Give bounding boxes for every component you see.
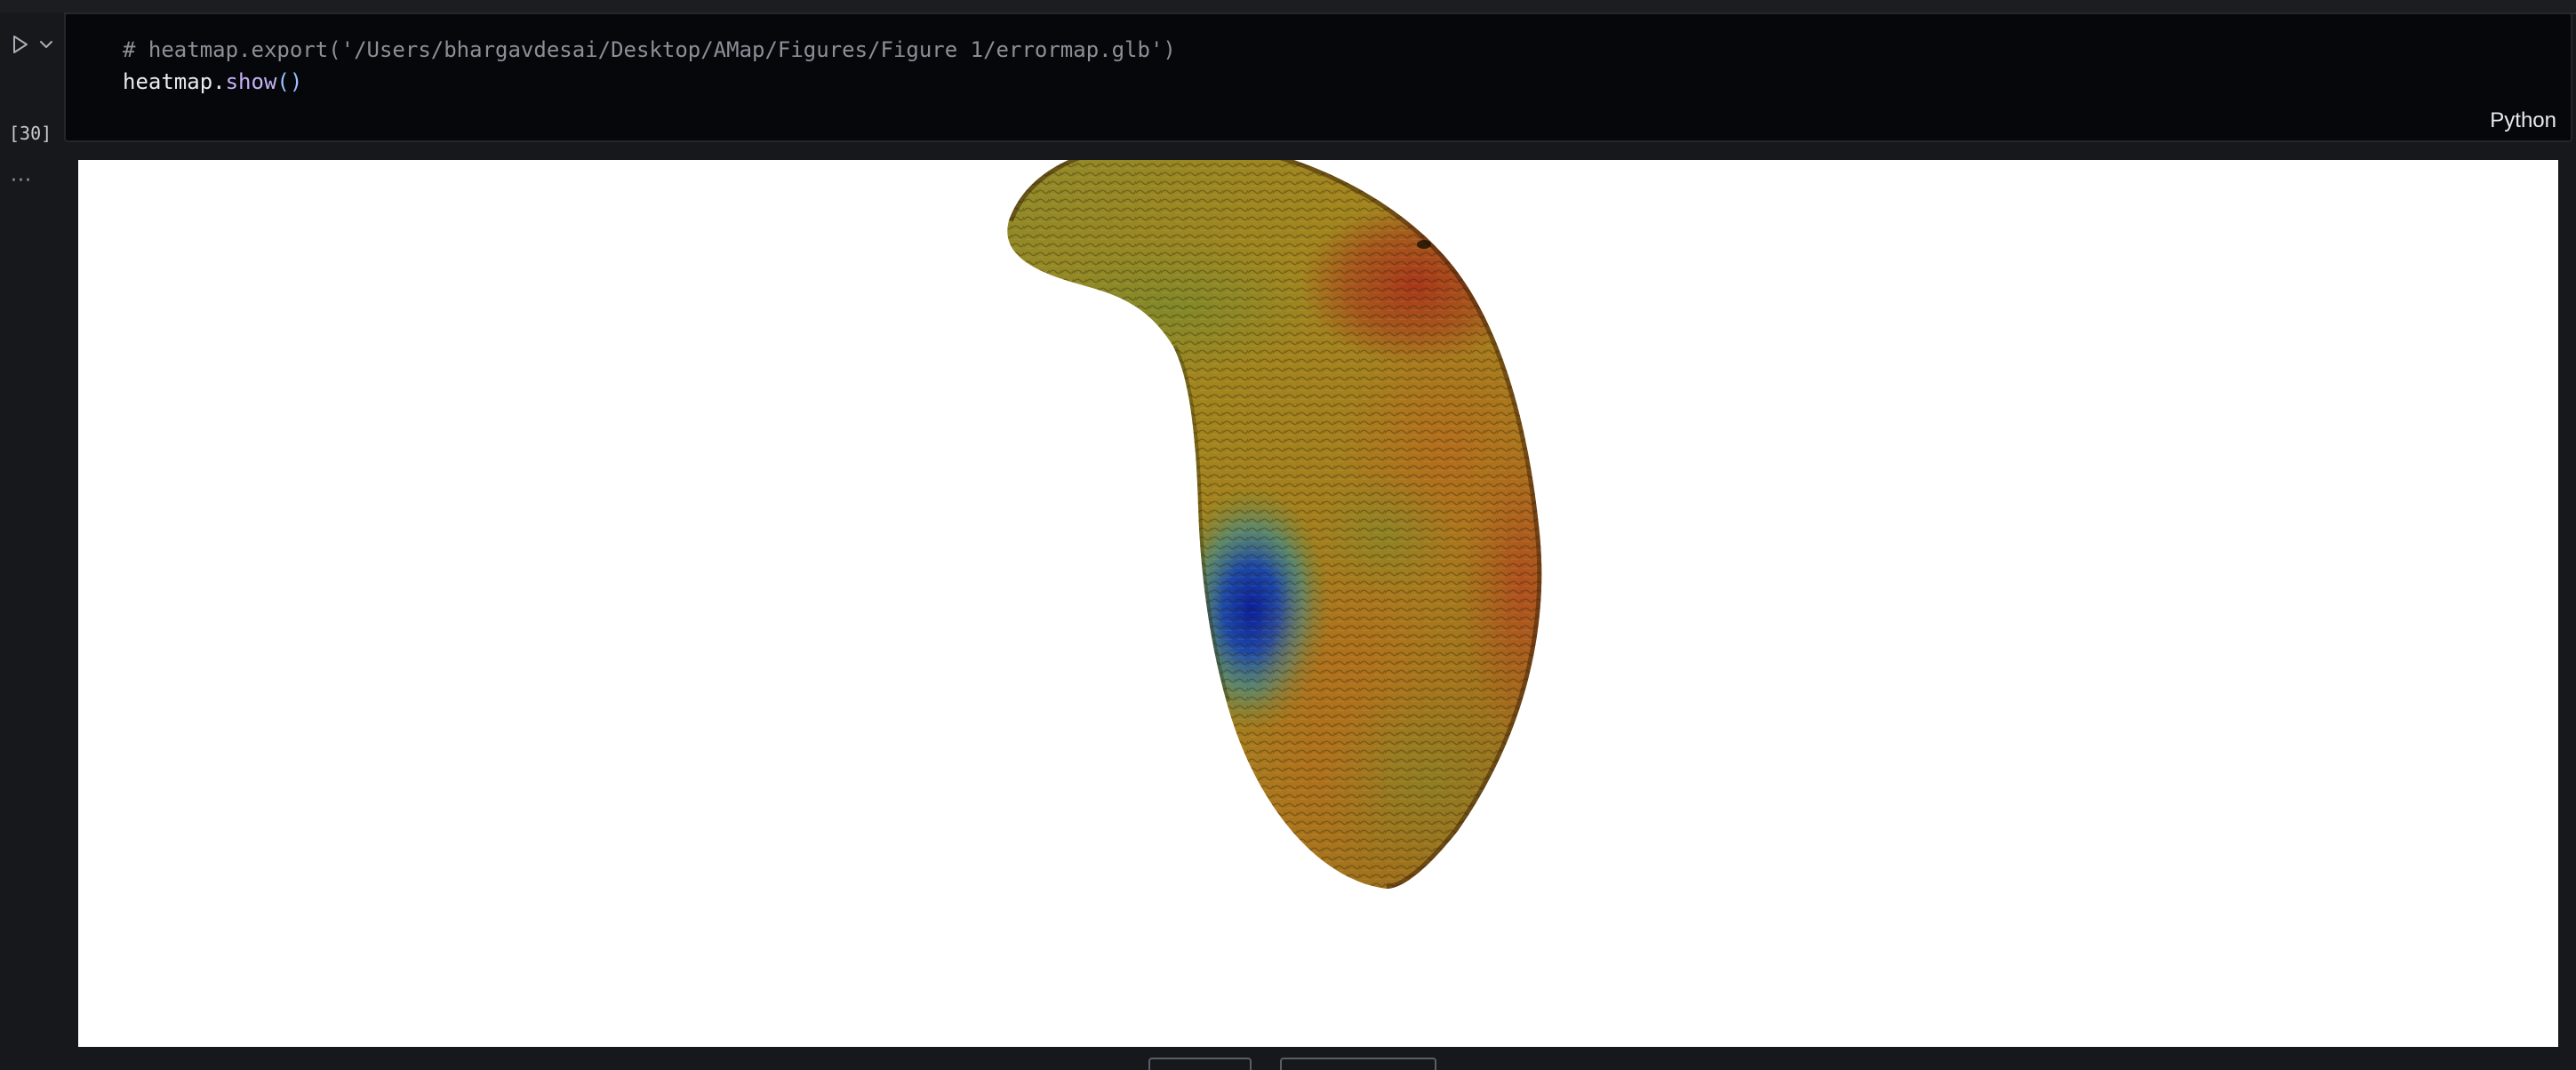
output-more-actions-button[interactable]: ··· <box>11 171 37 192</box>
organ-heatmap-mesh <box>1007 160 1542 890</box>
chevron-down-icon <box>40 41 52 48</box>
run-triangle-icon <box>13 36 28 53</box>
cell-output-viewer[interactable] <box>78 160 2558 1047</box>
code-line-call[interactable]: heatmap.show() <box>123 69 302 94</box>
code-cell-editor[interactable]: # heatmap.export('/Users/bhargavdesai/De… <box>64 12 2572 142</box>
viewer-control-button-left[interactable] <box>1148 1058 1252 1070</box>
heatmap-3d-render[interactable] <box>78 160 2558 1047</box>
viewer-control-button-right[interactable] <box>1280 1058 1436 1070</box>
code-token-object: heatmap. <box>123 69 226 94</box>
language-selector[interactable]: Python <box>2490 108 2556 133</box>
code-token-parens: () <box>276 69 303 94</box>
cell-gutter: [30] ··· <box>0 12 64 1070</box>
run-options-dropdown[interactable] <box>37 36 55 53</box>
execution-count: [30] <box>9 123 52 144</box>
code-line-comment[interactable]: # heatmap.export('/Users/bhargavdesai/De… <box>123 37 1176 62</box>
run-cell-button[interactable] <box>7 32 34 57</box>
code-token-method: show <box>225 69 277 94</box>
